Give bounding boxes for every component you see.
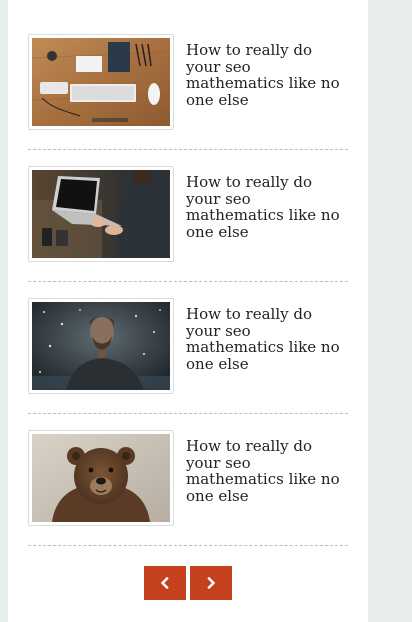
post-title[interactable]: How to really do your seo mathematics li…: [186, 306, 346, 372]
post-item[interactable]: How to really do your seo mathematics li…: [28, 298, 348, 398]
post-thumbnail[interactable]: [28, 166, 174, 262]
chevron-left-icon: [160, 577, 169, 589]
post-thumbnail[interactable]: [28, 430, 174, 526]
post-divider: [28, 413, 348, 414]
post-item[interactable]: How to really do your seo mathematics li…: [28, 34, 348, 134]
pagination: [144, 566, 232, 600]
desk-keyboard-photo: [32, 38, 170, 126]
bear-photo: [32, 434, 170, 522]
chevron-right-icon: [207, 577, 216, 589]
post-thumbnail[interactable]: [28, 298, 174, 394]
post-title[interactable]: How to really do your seo mathematics li…: [186, 174, 346, 240]
posts-panel: How to really do your seo mathematics li…: [8, 0, 368, 622]
prev-page-button[interactable]: [144, 566, 186, 600]
bearded-man-snow-photo: [32, 302, 170, 390]
post-title[interactable]: How to really do your seo mathematics li…: [186, 438, 346, 504]
post-title[interactable]: How to really do your seo mathematics li…: [186, 42, 346, 108]
laptop-hands-photo: [32, 170, 170, 258]
next-page-button[interactable]: [190, 566, 232, 600]
post-divider: [28, 281, 348, 282]
post-divider: [28, 545, 348, 546]
post-divider: [28, 149, 348, 150]
post-item[interactable]: How to really do your seo mathematics li…: [28, 430, 348, 530]
post-item[interactable]: How to really do your seo mathematics li…: [28, 166, 348, 266]
post-thumbnail[interactable]: [28, 34, 174, 130]
